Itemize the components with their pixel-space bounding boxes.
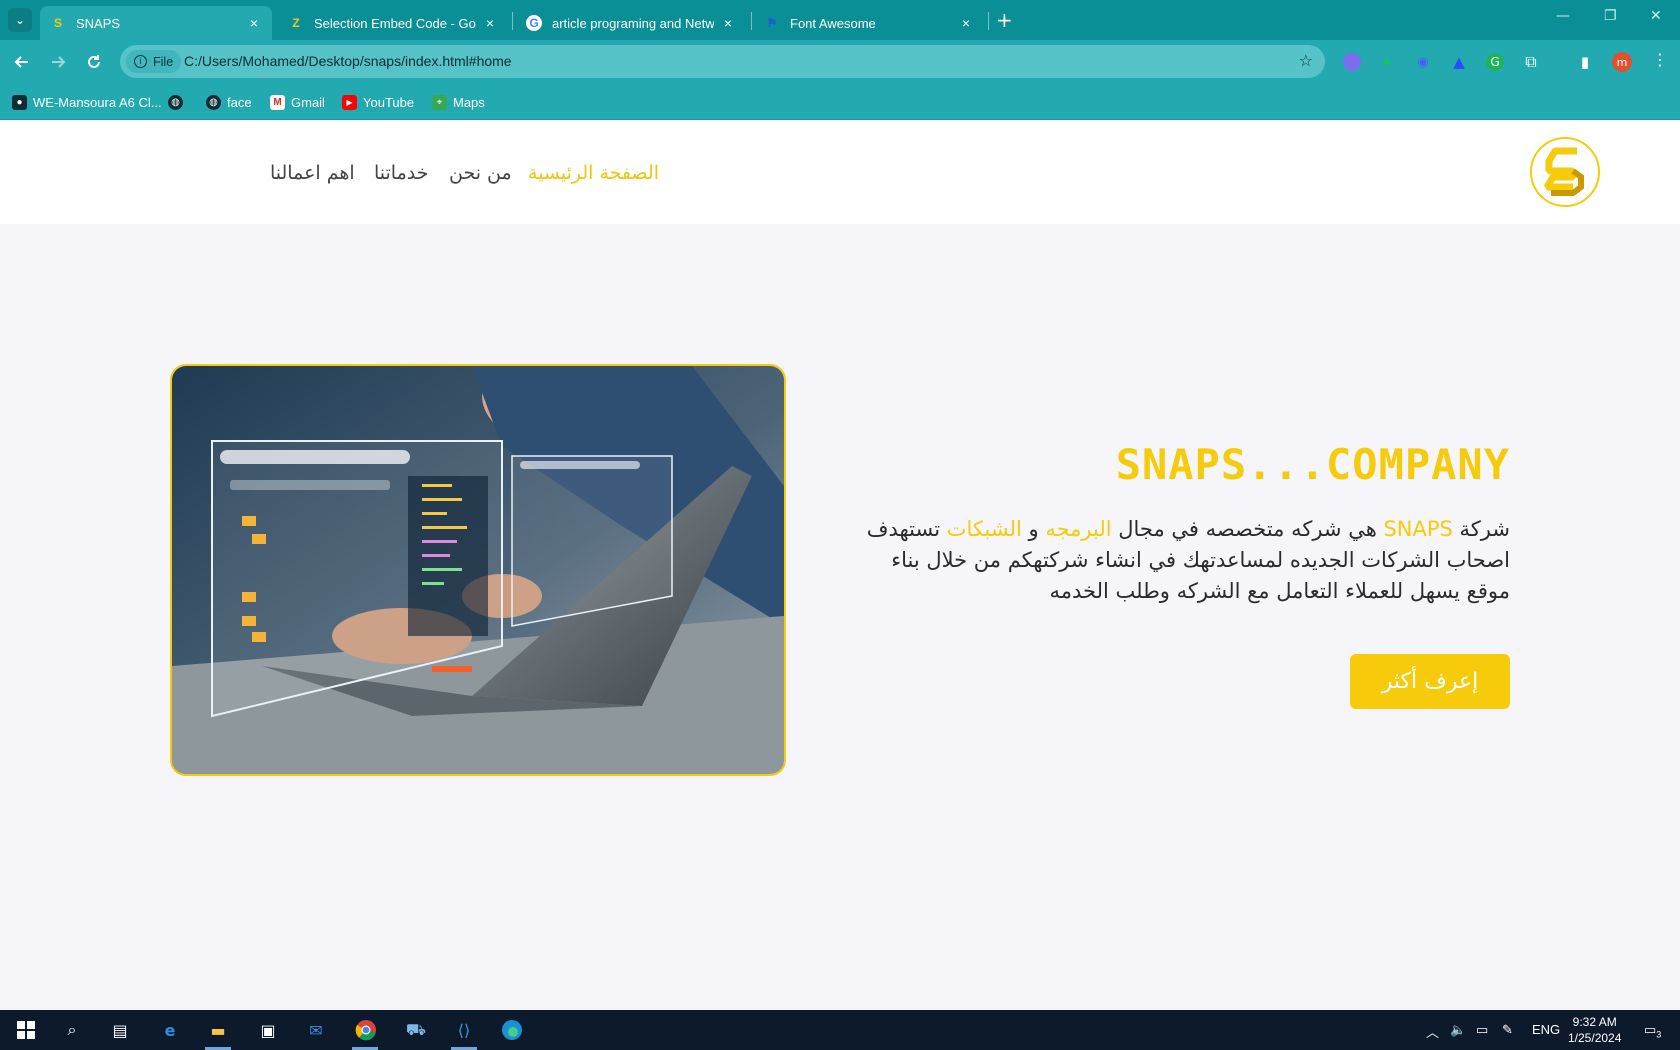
tab-search-button[interactable]: ⌄: [8, 8, 32, 32]
tab-selection-embed-code[interactable]: Z Selection Embed Code - Google ×: [278, 6, 508, 40]
learn-more-button[interactable]: إعرف أكثر: [1350, 654, 1510, 709]
vscode-icon[interactable]: ⟨⟩: [452, 1018, 476, 1042]
highlight-snaps: SNAPS: [1383, 517, 1453, 541]
close-tab-icon[interactable]: ×: [958, 15, 974, 31]
hero-description: شركة SNAPS هي شركه متخصصه في مجال البرمج…: [866, 517, 1510, 603]
clock[interactable]: 9:32 AM 1/25/2024: [1568, 1014, 1621, 1046]
windows-start-icon[interactable]: [14, 1018, 38, 1042]
file-explorer-icon[interactable]: ▬: [206, 1018, 230, 1042]
mail-icon[interactable]: ✉: [304, 1018, 328, 1042]
gmail-icon: M: [270, 94, 285, 110]
highlight-networks: الشبكات: [946, 517, 1022, 541]
close-tab-icon[interactable]: ×: [246, 15, 262, 31]
site-info-chip[interactable]: i File: [126, 50, 182, 73]
task-view-icon[interactable]: ▤: [108, 1018, 132, 1042]
bookmark-gmail[interactable]: M Gmail: [270, 92, 325, 112]
address-bar[interactable]: i File C:/Users/Mohamed/Desktop/snaps/in…: [120, 45, 1325, 78]
grammarly-icon[interactable]: G: [1486, 53, 1504, 71]
restore-button[interactable]: ❐: [1604, 8, 1617, 24]
side-panel-icon[interactable]: ▮: [1576, 53, 1594, 71]
close-tab-icon[interactable]: ×: [720, 15, 736, 31]
menu-kebab-icon[interactable]: ⋮: [1652, 50, 1668, 69]
notifications-icon[interactable]: ▭3: [1644, 1022, 1661, 1040]
highlight-programming: البرمجه: [1045, 517, 1112, 541]
embed-favicon-icon: Z: [292, 16, 300, 30]
tray-overflow-icon[interactable]: ︿: [1426, 1022, 1439, 1041]
pen-icon[interactable]: ✎: [1502, 1022, 1513, 1038]
folder-person-icon: ●: [12, 94, 27, 110]
edge-legacy-icon[interactable]: e: [158, 1018, 182, 1042]
forward-button[interactable]: [46, 50, 70, 74]
minimize-button[interactable]: —: [1556, 8, 1570, 24]
network-icon[interactable]: ▭: [1476, 1022, 1488, 1038]
url-text[interactable]: C:/Users/Mohamed/Desktop/snaps/index.htm…: [184, 53, 512, 69]
bookmark-star-icon[interactable]: ☆: [1299, 51, 1313, 70]
tab-snaps[interactable]: S SNAPS ×: [40, 6, 272, 40]
developer-laptop-illustration: [172, 366, 784, 774]
tab-article-programing[interactable]: G article programing and Network ×: [516, 6, 746, 40]
edge-icon[interactable]: [500, 1018, 524, 1042]
site-header: الصفحة الرئيسية من نحن خدماتنا اهم اعمال…: [0, 120, 1680, 224]
extension-radio-icon[interactable]: ◉: [1414, 53, 1432, 71]
new-tab-button[interactable]: +: [996, 8, 1013, 32]
hero-title: SNAPS...COMPANY: [1115, 440, 1510, 489]
bookmark-face[interactable]: ◍ face: [206, 92, 252, 112]
bookmarks-bar: ● WE-Mansoura A6 Cl... ◍ ◍ face M Gmail …: [0, 84, 1680, 120]
extension-pin-icon[interactable]: ✦: [1378, 53, 1396, 72]
globe-icon: ◍: [206, 94, 221, 110]
close-tab-icon[interactable]: ×: [482, 15, 498, 31]
nav-portfolio[interactable]: اهم اعمالنا: [270, 162, 355, 184]
tab-separator: [751, 12, 752, 30]
chrome-icon[interactable]: [354, 1018, 378, 1042]
language-indicator[interactable]: ENG: [1532, 1022, 1560, 1037]
flag-favicon-icon: ⚑: [766, 16, 778, 30]
volume-icon[interactable]: 🔈: [1450, 1022, 1466, 1038]
browser-toolbar: i File C:/Users/Mohamed/Desktop/snaps/in…: [0, 40, 1680, 84]
snaps-favicon-icon: S: [53, 16, 62, 30]
extension-arrow-icon[interactable]: ▲: [1450, 53, 1468, 71]
back-button[interactable]: [10, 50, 34, 74]
search-icon[interactable]: ⌕: [60, 1018, 84, 1042]
maps-icon: ⌖: [432, 94, 447, 110]
bookmark-youtube[interactable]: ▶ YouTube: [342, 92, 414, 112]
reload-button[interactable]: [82, 50, 106, 74]
close-window-button[interactable]: ✕: [1650, 8, 1662, 24]
app-installer-icon[interactable]: ⛟: [404, 1018, 428, 1042]
youtube-icon: ▶: [342, 94, 357, 110]
tab-separator: [988, 12, 989, 30]
hero-image: [170, 364, 786, 776]
nav-home[interactable]: الصفحة الرئيسية: [528, 162, 659, 184]
snaps-logo[interactable]: [1530, 137, 1600, 207]
windows-taskbar: ⌕ ▤ e ▬ ▣ ✉ ⛟ ⟨⟩ ︿ 🔈 ▭ ✎ ENG 9:32 AM 1/2…: [0, 1010, 1680, 1050]
tab-separator: [512, 12, 513, 30]
store-icon[interactable]: ▣: [256, 1018, 280, 1042]
bookmark-globe[interactable]: ◍: [168, 92, 189, 112]
browser-tab-bar: ⌄ S SNAPS × Z Selection Embed Code - Goo…: [0, 0, 1680, 40]
profile-avatar[interactable]: m: [1612, 52, 1632, 72]
bookmark-we-mansoura[interactable]: ● WE-Mansoura A6 Cl...: [12, 92, 162, 112]
tab-font-awesome[interactable]: ⚑ Font Awesome ×: [754, 6, 984, 40]
info-icon: i: [134, 55, 147, 68]
snaps-logo-icon: [1543, 147, 1584, 196]
globe-icon: ◍: [168, 94, 183, 110]
extension-orb-icon[interactable]: [1343, 53, 1361, 71]
google-favicon-icon: G: [526, 15, 542, 31]
nav-services[interactable]: خدماتنا: [374, 162, 429, 184]
bookmark-maps[interactable]: ⌖ Maps: [432, 92, 485, 112]
extensions-puzzle-icon[interactable]: ⧉: [1522, 52, 1540, 71]
nav-about[interactable]: من نحن: [449, 162, 512, 184]
